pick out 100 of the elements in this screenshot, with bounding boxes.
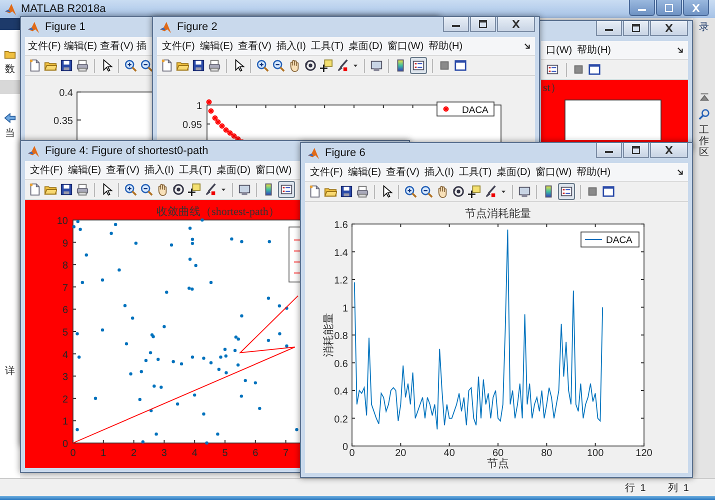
new-file-icon[interactable] (308, 185, 321, 198)
rotate-icon[interactable] (304, 59, 317, 72)
monitor-icon[interactable] (370, 59, 383, 72)
zoom-out-icon[interactable] (140, 59, 153, 72)
menu-item[interactable]: 文件(F) (27, 39, 62, 53)
data-cursor-icon[interactable] (468, 185, 481, 198)
minimize-button[interactable] (629, 0, 655, 16)
print-icon[interactable] (76, 183, 89, 196)
close-button[interactable] (650, 21, 688, 36)
menu-item[interactable]: 编辑(E) (346, 165, 382, 179)
hand-icon[interactable] (288, 59, 301, 72)
save-icon[interactable] (340, 185, 353, 198)
rotate-icon[interactable] (172, 183, 185, 196)
menu-item[interactable]: 工具(T) (178, 163, 213, 177)
menu-item[interactable]: 查看(V) (237, 39, 272, 53)
menu-item[interactable]: 窗口(W) (254, 163, 293, 177)
monitor-icon[interactable] (238, 183, 251, 196)
menu-item[interactable]: 文件(F) (161, 39, 196, 53)
zoom-in-icon[interactable] (404, 185, 417, 198)
menu-item[interactable]: 帮助(H) (428, 39, 464, 53)
data-point (114, 222, 118, 226)
data-cursor-icon[interactable] (320, 59, 333, 72)
dock-arrow-icon[interactable] (677, 46, 684, 54)
maximize-button[interactable] (656, 0, 682, 16)
menu-item[interactable]: 工具(T) (310, 39, 345, 53)
maximize-button[interactable] (623, 143, 649, 158)
menu-item[interactable]: 帮助(H) (576, 165, 612, 179)
menu-item[interactable]: 文件(F) (309, 165, 344, 179)
menu-item[interactable]: 窗口(W) (386, 39, 425, 53)
legend-button[interactable] (558, 183, 575, 200)
zoom-out-icon[interactable] (420, 185, 433, 198)
collapse-arrow-icon[interactable] (698, 91, 710, 104)
menu-item[interactable]: 查看(V) (105, 163, 140, 177)
menu-item[interactable]: 查看(V) (99, 39, 134, 53)
monitor-icon[interactable] (518, 185, 531, 198)
menu-item[interactable]: 桌面(D) (496, 165, 532, 179)
maximize-button[interactable] (623, 21, 649, 36)
hand-icon[interactable] (436, 185, 449, 198)
dock-arrow-icon[interactable] (677, 168, 684, 176)
minimize-button[interactable] (596, 21, 622, 36)
close-button[interactable] (497, 17, 535, 32)
menu-item[interactable]: 桌面(D) (216, 163, 252, 177)
new-file-icon[interactable] (160, 59, 173, 72)
data-point (172, 360, 175, 364)
data-point (130, 316, 134, 320)
print-icon[interactable] (356, 185, 369, 198)
data-point (141, 440, 145, 444)
legend-button[interactable] (278, 181, 295, 198)
menu-item[interactable]: 编辑(E) (198, 39, 234, 53)
menu-item[interactable]: 窗口(W) (534, 165, 573, 179)
menu-item[interactable]: 编辑(E) (62, 39, 98, 53)
login-label[interactable]: 录 (699, 20, 709, 34)
menu-item[interactable]: 编辑(E) (66, 163, 102, 177)
menu-item[interactable]: 工具(T) (458, 165, 493, 179)
window-icon[interactable] (454, 59, 467, 72)
brush-icon[interactable] (336, 59, 349, 72)
zoom-out-icon[interactable] (272, 59, 285, 72)
legend-button[interactable] (410, 57, 427, 74)
menu-item[interactable]: 查看(V) (385, 165, 420, 179)
back-arrow-icon[interactable] (4, 112, 16, 124)
zoom-in-icon[interactable] (256, 59, 269, 72)
minimize-button[interactable] (443, 17, 469, 32)
window-icon[interactable] (602, 185, 615, 198)
menu-item[interactable]: 插入(I) (143, 163, 175, 177)
menu-item[interactable]: 帮助(H) (576, 43, 612, 57)
new-file-icon[interactable] (28, 183, 41, 196)
new-file-icon[interactable] (28, 59, 41, 72)
data-point (188, 258, 192, 261)
save-icon[interactable] (60, 183, 73, 196)
maximize-button[interactable] (470, 17, 496, 32)
save-icon[interactable] (192, 59, 205, 72)
menu-item[interactable]: 插 (135, 39, 148, 53)
hand-icon[interactable] (156, 183, 169, 196)
menu-item[interactable]: 插入(I) (275, 39, 307, 53)
zoom-out-icon[interactable] (140, 183, 153, 196)
workspace-tab[interactable]: 工作区 (699, 125, 709, 158)
zoom-in-icon[interactable] (124, 59, 137, 72)
minimize-button[interactable] (596, 143, 622, 158)
dock-arrow-icon[interactable] (524, 42, 531, 50)
tick-label: 1 (62, 416, 68, 428)
close-button[interactable] (683, 0, 709, 16)
print-icon[interactable] (208, 59, 221, 72)
square-icon[interactable] (586, 185, 599, 198)
search-icon[interactable] (698, 108, 710, 121)
rotate-icon[interactable] (452, 185, 465, 198)
close-button[interactable] (650, 143, 688, 158)
save-icon[interactable] (60, 59, 73, 72)
menu-item[interactable]: 桌面(D) (348, 39, 384, 53)
menu-item[interactable]: 文件(F) (29, 163, 64, 177)
menu-item[interactable]: 口(W) (545, 43, 574, 57)
brush-icon[interactable] (484, 185, 497, 198)
square-icon[interactable] (572, 63, 585, 76)
brush-icon[interactable] (204, 183, 217, 196)
print-icon[interactable] (76, 59, 89, 72)
menu-item[interactable]: 插入(I) (423, 165, 455, 179)
folder-icon[interactable] (4, 48, 16, 60)
zoom-in-icon[interactable] (124, 183, 137, 196)
data-cursor-icon[interactable] (188, 183, 201, 196)
window-icon[interactable] (588, 63, 601, 76)
square-icon[interactable] (438, 59, 451, 72)
